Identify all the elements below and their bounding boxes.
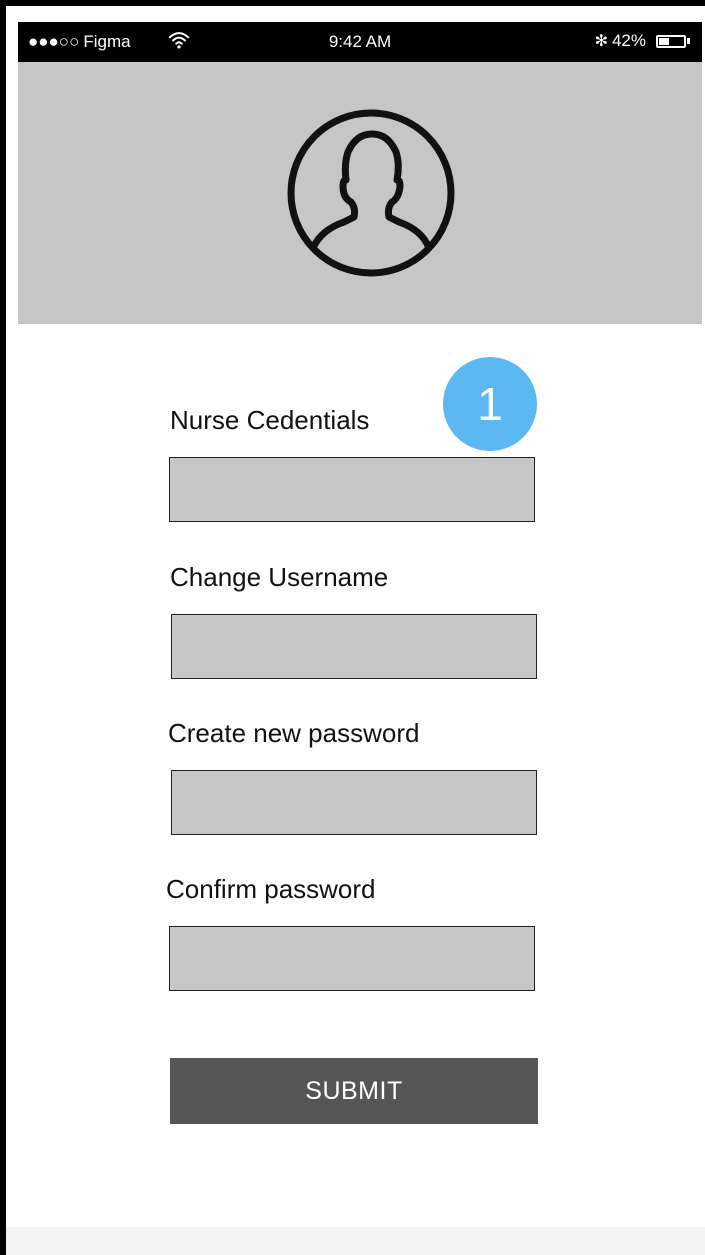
status-right: ✻ 42%: [595, 31, 690, 51]
step-number-badge: 1: [443, 357, 537, 451]
battery-level-fill: [659, 37, 669, 45]
nurse-credentials-input[interactable]: [169, 457, 535, 522]
phone-frame-edge: [0, 0, 6, 1255]
confirm-password-input[interactable]: [169, 926, 535, 991]
user-avatar-icon[interactable]: [286, 108, 456, 278]
bottom-area: [6, 1227, 705, 1255]
bluetooth-icon: ✻: [594, 33, 608, 50]
new-password-label: Create new password: [168, 718, 420, 748]
phone-frame-top-edge: [0, 0, 705, 6]
battery-tip: [687, 38, 690, 44]
change-username-label: Change Username: [170, 562, 389, 592]
battery-percent: 42%: [611, 31, 646, 50]
change-username-input[interactable]: [171, 614, 537, 679]
profile-header: [18, 62, 702, 324]
status-bar: ●●●○○ Figma 9:42 AM ✻ 42%: [18, 22, 702, 62]
confirm-password-label: Confirm password: [166, 874, 376, 904]
new-password-input[interactable]: [171, 770, 537, 835]
submit-button[interactable]: SUBMIT: [170, 1058, 538, 1124]
nurse-credentials-label: Nurse Cedentials: [170, 405, 370, 435]
battery-icon: [656, 34, 686, 48]
